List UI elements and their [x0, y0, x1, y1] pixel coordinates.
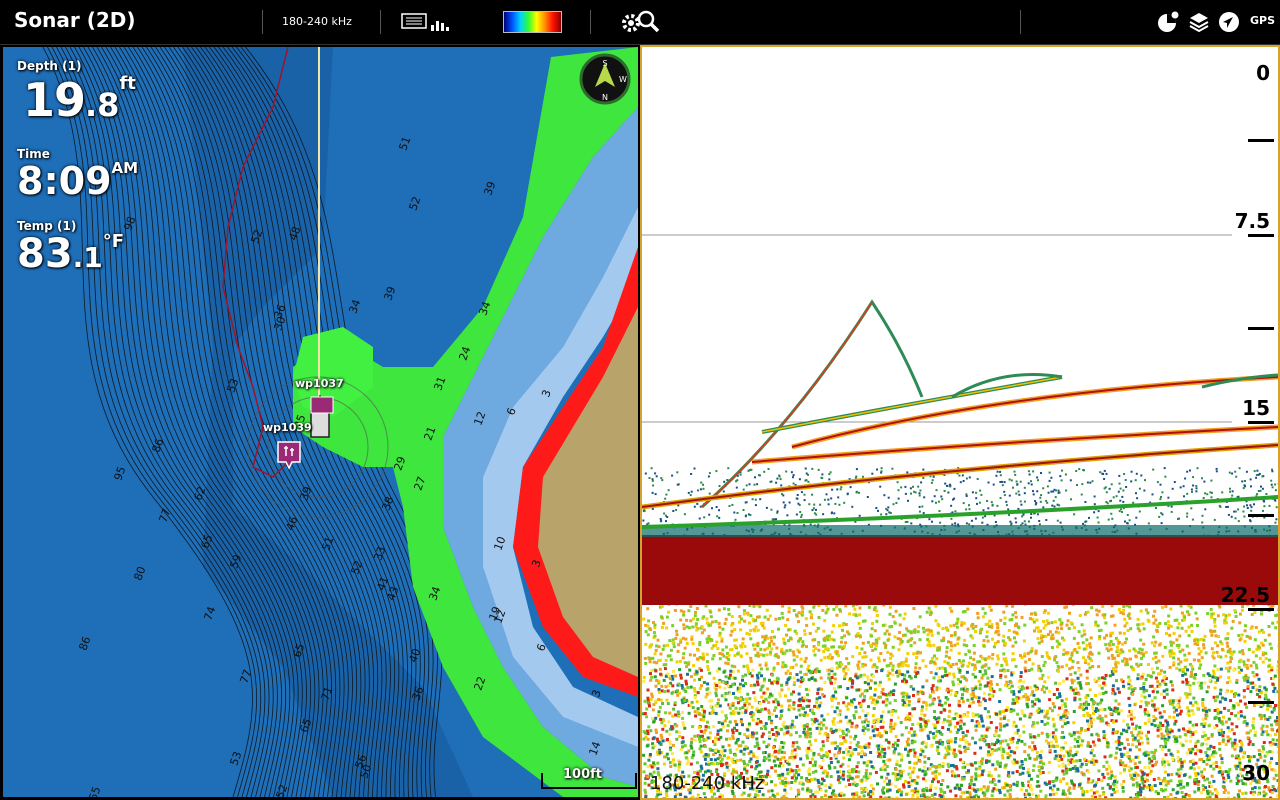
sonar-frequency-label: 180-240 kHz — [650, 773, 765, 794]
divider — [380, 10, 381, 34]
svg-text:S: S — [602, 59, 607, 68]
depth-readout: 19.8ft — [23, 73, 136, 127]
page-title: Sonar (2D) — [14, 8, 136, 32]
compass-icon[interactable]: S W N — [579, 53, 631, 105]
temp-readout: 83.1°F — [17, 231, 124, 277]
waypoint-label[interactable]: wp1037 — [295, 377, 344, 390]
depth-scale-tick — [1248, 701, 1274, 704]
depth-scale-label: 0 — [1256, 61, 1270, 85]
gps-icon[interactable]: GPS — [1250, 14, 1275, 27]
time-suffix: AM — [111, 159, 139, 177]
waypoint-label[interactable]: wp1039 — [263, 421, 312, 434]
waypoint-flag-icon[interactable] — [309, 395, 335, 415]
svg-text:W: W — [619, 75, 627, 84]
depth-scale-tick — [1248, 421, 1274, 424]
depth-scale-label: 15 — [1242, 396, 1270, 420]
depth-scale-label: 22.5 — [1220, 583, 1270, 607]
depth-scale-tick — [1248, 139, 1274, 142]
status-bar: Sonar (2D) 180-240 kHz GPS — [0, 0, 1280, 45]
depth-label: Depth (1) — [17, 59, 82, 73]
time-readout: 8:09AM — [17, 159, 138, 203]
temp-value: 83 — [17, 231, 73, 277]
depth-unit: ft — [119, 73, 136, 94]
depth-scale-tick — [1248, 327, 1274, 330]
divider — [1020, 10, 1021, 34]
scale-label: 100ft — [563, 767, 603, 782]
waypoint-marker-icon[interactable] — [276, 440, 302, 470]
chart-view[interactable]: 98 52 48 34 39 36 53 86 95 77 62 65 59 46 51 52 80 86 74 65… — [3, 47, 638, 797]
divider — [590, 10, 591, 34]
layers-icon[interactable] — [1187, 10, 1211, 34]
sonar-display[interactable] — [642, 47, 1278, 798]
settings-gear-icon[interactable] — [620, 9, 662, 35]
depth-scale-label: 7.5 — [1234, 209, 1270, 233]
depth-decimal: .8 — [85, 86, 120, 124]
depth-scale-tick — [1248, 514, 1274, 517]
map-pie-icon[interactable] — [1156, 10, 1180, 34]
search-zoom-icon — [637, 10, 660, 33]
navigation-arrow-icon[interactable] — [1217, 10, 1241, 34]
chart-grid-icon[interactable] — [400, 11, 450, 33]
color-palette[interactable] — [503, 11, 562, 33]
divider — [262, 10, 263, 34]
temp-decimal: .1 — [72, 241, 103, 274]
signal-bars-icon — [431, 21, 449, 31]
depth-scale-tick — [1248, 608, 1274, 611]
temp-unit: °F — [102, 231, 125, 252]
depth-value: 19 — [23, 73, 86, 127]
depth-scale-tick — [1248, 234, 1274, 237]
depth-scale-label: 30 — [1242, 761, 1270, 785]
sonar-view[interactable]: 0 7.5 15 22.5 30 180-240 kHz — [640, 45, 1280, 800]
time-value: 8:09 — [17, 159, 112, 203]
svg-text:N: N — [602, 93, 608, 102]
frequency-readout[interactable]: 180-240 kHz — [282, 15, 352, 28]
